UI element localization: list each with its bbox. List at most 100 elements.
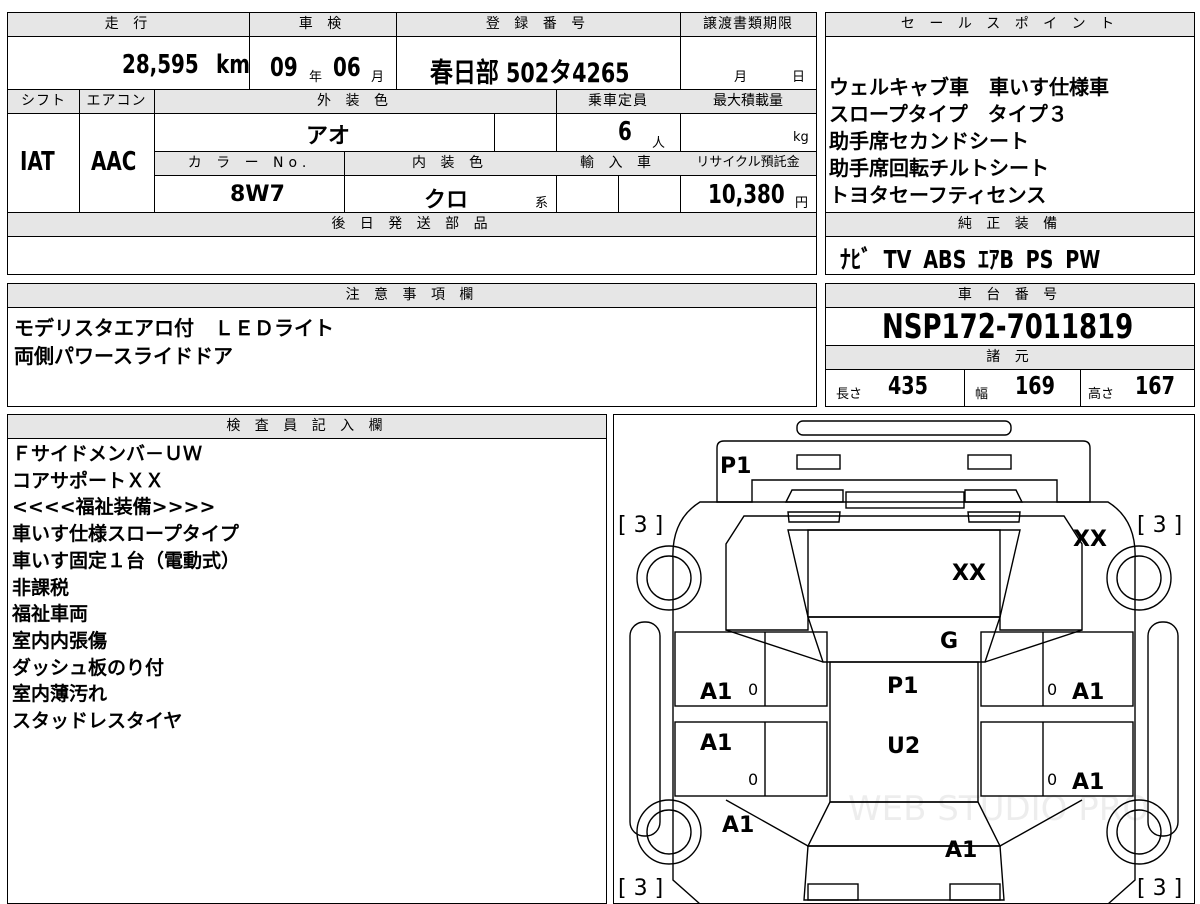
- recycle-header: リサイクル預託金: [680, 152, 816, 175]
- inspector-notes: Ｆサイドメンバ－ＵＷ コアサポートＸＸ <<<<福祉装備>>>> 車いす仕様スロ…: [12, 441, 240, 735]
- inspector-line: Ｆサイドメンバ－ＵＷ: [12, 443, 203, 465]
- inspector-line: スタッドレスタイヤ: [12, 710, 183, 733]
- recycle-value: 10,380: [708, 180, 785, 210]
- body-outline: [672, 501, 1136, 904]
- inspector-line: 福祉車両: [12, 603, 89, 626]
- inspection-month-unit: 月: [371, 70, 385, 85]
- mark-door-fl: A1: [700, 680, 732, 705]
- sales-point-line: 助手席回転チルトシート: [829, 156, 1049, 180]
- sales-points-list: ウェルキャブ車 車いす仕様車 スロープタイプ タイプ３ 助手席セカンドシート 助…: [829, 74, 1109, 209]
- capacity-unit: 人: [652, 136, 666, 151]
- height-label: 高さ: [1088, 387, 1115, 402]
- mark-tire-rl-tread: 0: [748, 770, 758, 789]
- color-no-header: カ ラ ー No.: [155, 152, 344, 175]
- sales-point-line: 助手席セカンドシート: [829, 129, 1029, 153]
- inspector-line: コアサポートＸＸ: [12, 469, 165, 492]
- later-parts-header: 後 日 発 送 部 品: [8, 213, 816, 236]
- side-step-right: [1147, 621, 1179, 837]
- sales-point-line: スロープタイプ タイプ３: [829, 102, 1068, 126]
- interior-color-header: 内 装 色: [344, 152, 556, 175]
- headlight-left: [784, 489, 844, 523]
- headlight-right: [964, 489, 1024, 523]
- inspection-year: 09: [270, 53, 298, 83]
- mark-roof-front: P1: [887, 674, 918, 699]
- notes-list: モデリスタエアロ付 ＬＥＤライト 両側パワースライドドア: [14, 314, 334, 370]
- aircon-header: エアコン: [79, 90, 154, 113]
- exterior-color-value: アオ: [306, 124, 351, 149]
- mark-tire-rr-tread: 0: [1047, 770, 1057, 789]
- aircon-value: AAC: [91, 147, 137, 177]
- shift-header: シフト: [8, 90, 79, 113]
- inspection-header: 車 検: [249, 13, 396, 36]
- front-section: [725, 515, 1083, 631]
- deadline-day-unit: 日: [792, 70, 806, 85]
- mark-tire-fl: [ 3 ]: [618, 513, 663, 538]
- mileage-header: 走 行: [8, 13, 249, 36]
- specs-header: 諸 元: [826, 346, 1194, 369]
- deadline-month-unit: 月: [734, 70, 748, 85]
- tail-lamp-left: [807, 883, 859, 901]
- mark-tire-fl-tread: 0: [748, 680, 758, 699]
- inspector-line: 室内内張傷: [12, 629, 108, 652]
- sales-points-header: セ ー ル ス ポ イ ン ト: [826, 13, 1194, 36]
- interior-color-value: クロ: [424, 188, 469, 213]
- sales-point-line: ウェルキャブ車 車いす仕様車: [829, 75, 1109, 99]
- note-line: 両側パワースライドドア: [14, 344, 233, 368]
- note-line: モデリスタエアロ付 ＬＥＤライト: [14, 316, 334, 340]
- capacity-value: 6: [618, 117, 632, 147]
- watermark: WEB STUDIO PRO: [848, 789, 1149, 829]
- side-step-left: [629, 621, 661, 837]
- exterior-color-header: 外 装 色: [154, 90, 556, 113]
- mark-door-fr: A1: [1072, 680, 1104, 705]
- mark-windshield: G: [940, 629, 958, 654]
- inspector-line: <<<<福祉装備>>>>: [12, 496, 216, 519]
- mark-fender-front-right: XX: [1073, 527, 1107, 552]
- inspection-year-unit: 年: [309, 70, 323, 85]
- mark-roof-rear: U2: [887, 734, 920, 759]
- mark-tire-fr: [ 3 ]: [1137, 513, 1182, 538]
- mileage-unit: km: [216, 50, 250, 80]
- genuine-equipment-value: ﾅﾋﾞ TV ABS ｴｱB PS PW: [840, 245, 1101, 274]
- front-grille-top: [796, 420, 1012, 436]
- capacity-header: 乗車定員: [556, 90, 680, 113]
- length-value: 435: [888, 371, 928, 400]
- max-load-unit: kg: [793, 130, 809, 145]
- genuine-equipment-header: 純 正 装 備: [826, 213, 1194, 236]
- inspector-header: 検 査 員 記 入 欄: [8, 415, 606, 438]
- fog-lamp-left: [796, 454, 841, 470]
- inspector-line: 車いす固定１台（電動式）: [12, 549, 241, 572]
- mark-front-bumper: P1: [720, 454, 751, 479]
- inspector-line: 非課税: [12, 576, 70, 599]
- registration-number: 春日部 502タ4265: [430, 58, 630, 89]
- chassis-number: NSP172-7011819: [882, 307, 1134, 347]
- inspector-line: 車いす仕様スロープタイプ: [12, 523, 239, 546]
- max-load-header: 最大積載量: [680, 90, 816, 113]
- fog-lamp-right: [967, 454, 1012, 470]
- notes-header: 注 意 事 項 欄: [8, 284, 816, 307]
- inspector-line: ダッシュ板のり付: [12, 656, 165, 679]
- import-header: 輸 入 車: [556, 152, 680, 175]
- front-bumper: [716, 440, 1091, 503]
- interior-color-suffix: 系: [535, 196, 549, 211]
- width-label: 幅: [975, 387, 989, 402]
- grille: [845, 491, 965, 509]
- windshield: [807, 616, 1001, 663]
- mark-door-rl: A1: [700, 731, 732, 756]
- mark-quarter-left: A1: [722, 813, 754, 838]
- car-diagram: P1 [ 3 ] [ 3 ] [ 3 ] [ 3 ] XX XX G P1 U2…: [618, 420, 1182, 904]
- height-value: 167: [1135, 371, 1175, 400]
- mileage-value: 28,595: [122, 50, 199, 80]
- inspector-line: 室内薄汚れ: [12, 683, 108, 706]
- mark-tire-rl: [ 3 ]: [618, 876, 663, 901]
- length-label: 長さ: [836, 387, 863, 402]
- transfer-deadline-header: 譲渡書類期限: [680, 13, 816, 36]
- width-value: 169: [1015, 371, 1055, 400]
- chassis-header: 車 台 番 号: [826, 284, 1194, 307]
- color-no-value: 8W7: [230, 182, 285, 207]
- recycle-unit: 円: [795, 196, 809, 211]
- registration-header: 登 録 番 号: [396, 13, 680, 36]
- sales-point-line: トヨタセーフティセンス: [829, 183, 1047, 207]
- mark-tire-rr: [ 3 ]: [1137, 876, 1182, 901]
- tail-lamp-right: [949, 883, 1001, 901]
- mark-hood: XX: [952, 561, 986, 586]
